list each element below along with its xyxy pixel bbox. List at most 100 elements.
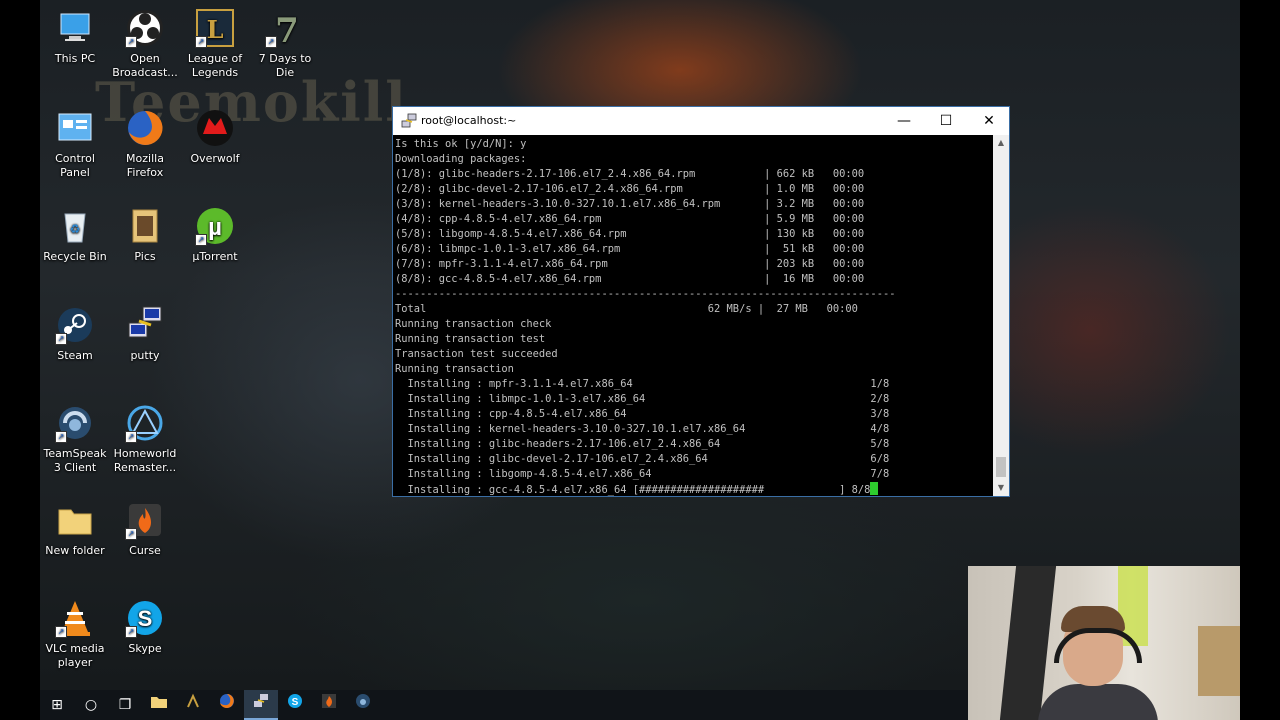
terminal-line: Installing : glibc-headers-2.17-106.el7_… (395, 438, 890, 450)
desktop-icon-pics[interactable]: Pics (110, 206, 180, 264)
folder-icon (151, 697, 167, 708)
terminal-output[interactable]: Is this ok [y/d/N]: y Downloading packag… (393, 135, 993, 496)
skype-icon: S ↗ (125, 598, 165, 638)
desktop-icon-this-pc[interactable]: This PC (40, 8, 110, 66)
terminal-line: Installing : libgomp-4.8.5-4.el7.x86_64 … (395, 468, 890, 480)
scroll-down-arrow-icon[interactable]: ▼ (993, 480, 1009, 496)
desktop-icon-obs[interactable]: ↗ Open Broadcast... (110, 8, 180, 80)
putty-terminal-window[interactable]: root@localhost:~ — ☐ ✕ Is this ok [y/d/N… (392, 106, 1010, 497)
terminal-line-last: Installing : gcc-4.8.5-4.el7.x86_64 [###… (395, 482, 993, 496)
terminal-line: (6/8): libmpc-1.0.1-3.el7.x86_64.rpm | 5… (395, 243, 865, 255)
terminal-line: Installing : cpp-4.8.5-4.el7.x86_64 3/8 (395, 408, 890, 420)
pictures-folder-icon (125, 206, 165, 246)
taskbar-league[interactable] (176, 690, 210, 720)
league-of-legends-icon: L ↗ (195, 8, 235, 48)
terminal-line: Running transaction test (395, 333, 546, 345)
scrollbar-thumb[interactable] (996, 457, 1006, 477)
desktop-icon-utorrent[interactable]: µ ↗ µTorrent (180, 206, 250, 264)
scroll-up-arrow-icon[interactable]: ▲ (993, 135, 1009, 151)
terminal-line: (4/8): cpp-4.8.5-4.el7.x86_64.rpm | 5.9 … (395, 213, 865, 225)
terminal-line: (1/8): glibc-headers-2.17-106.el7_2.4.x8… (395, 168, 865, 180)
desktop-icon-curse[interactable]: ↗ Curse (110, 500, 180, 558)
webcam-overlay (968, 566, 1240, 720)
terminal-line: Transaction test succeeded (395, 348, 558, 360)
search-button[interactable]: ○ (74, 690, 108, 720)
curse-icon (322, 694, 336, 708)
taskbar-explorer[interactable] (142, 690, 176, 720)
curse-flame-icon: ↗ (125, 500, 165, 540)
control-panel-icon (55, 108, 95, 148)
putty-icon (401, 113, 417, 129)
svg-text:S: S (138, 606, 153, 631)
terminal-line: Installing : mpfr-3.1.1-4.el7.x86_64 1/8 (395, 378, 890, 390)
taskbar-teamspeak[interactable] (346, 690, 380, 720)
terminal-line: (5/8): libgomp-4.8.5-4.el7.x86_64.rpm | … (395, 228, 865, 240)
recycle-bin-icon: ♻ (55, 206, 95, 246)
desktop-icon-vlc[interactable]: ↗ VLC media player (40, 598, 110, 670)
svg-text:7: 7 (275, 11, 299, 48)
terminal-separator-line: ----------------------------------------… (395, 288, 896, 300)
computer-icon (55, 8, 95, 48)
svg-text:♻: ♻ (70, 222, 81, 236)
overwolf-icon (195, 108, 235, 148)
desktop-icon-7-days-to-die[interactable]: 7 ↗ 7 Days to Die (250, 8, 320, 80)
teamspeak-icon: ↗ (55, 403, 95, 443)
taskbar-firefox[interactable] (210, 690, 244, 720)
desktop-icon-homeworld[interactable]: ↗ Homeworld Remaster... (110, 403, 180, 475)
terminal-line: Downloading packages: (395, 153, 527, 165)
terminal-line: Installing : glibc-devel-2.17-106.el7_2.… (395, 453, 890, 465)
desktop-icon-teamspeak[interactable]: ↗ TeamSpeak 3 Client (40, 403, 110, 475)
window-title: root@localhost:~ (421, 114, 517, 127)
terminal-line: (7/8): mpfr-3.1.1-4.el7.x86_64.rpm | 203… (395, 258, 865, 270)
homeworld-icon: ↗ (125, 403, 165, 443)
shelf (1198, 626, 1240, 696)
seven-days-to-die-icon: 7 ↗ (265, 8, 305, 51)
folder-icon (55, 500, 95, 540)
terminal-cursor (870, 482, 879, 495)
taskbar-skype[interactable]: S (278, 690, 312, 720)
utorrent-icon: µ ↗ (195, 206, 235, 246)
steam-icon: ↗ (55, 305, 95, 345)
terminal-progress-line: Installing : gcc-4.8.5-4.el7.x86_64 [###… (395, 484, 871, 496)
terminal-line: Running transaction check (395, 318, 552, 330)
terminal-line: Is this ok [y/d/N]: y (395, 138, 527, 150)
svg-text:µ: µ (208, 214, 222, 241)
desktop-icon-new-folder[interactable]: New folder (40, 500, 110, 558)
lol-icon (187, 693, 199, 708)
task-view-button[interactable]: ❐ (108, 690, 142, 720)
desktop-icon-steam[interactable]: ↗ Steam (40, 305, 110, 363)
terminal-line: (2/8): glibc-devel-2.17-106.el7_2.4.x86_… (395, 183, 865, 195)
svg-text:L: L (207, 15, 224, 44)
taskbar-putty[interactable] (244, 690, 278, 720)
maximize-button[interactable]: ☐ (924, 107, 968, 135)
terminal-line: Running transaction (395, 363, 514, 375)
streamer-body (1038, 684, 1158, 720)
teamspeak-icon (356, 694, 370, 708)
desktop-icon-control-panel[interactable]: Control Panel (40, 108, 110, 180)
window-titlebar[interactable]: root@localhost:~ — ☐ ✕ (393, 107, 1009, 135)
desktop-icon-skype[interactable]: S ↗ Skype (110, 598, 180, 656)
firefox-icon (125, 108, 165, 148)
desktop-icon-overwolf[interactable]: Overwolf (180, 108, 250, 166)
terminal-line: (3/8): kernel-headers-3.10.0-327.10.1.el… (395, 198, 865, 210)
vlc-cone-icon: ↗ (55, 598, 95, 638)
putty-icon (254, 694, 268, 707)
skype-icon: S (288, 694, 302, 708)
minimize-button[interactable]: — (882, 107, 926, 135)
taskbar: ⊞ ○ ❐ S (40, 690, 968, 720)
close-button[interactable]: ✕ (967, 107, 1011, 135)
putty-icon (125, 305, 165, 345)
taskbar-curse[interactable] (312, 690, 346, 720)
desktop-icon-firefox[interactable]: Mozilla Firefox (110, 108, 180, 180)
start-button[interactable]: ⊞ (40, 690, 74, 720)
firefox-icon (220, 694, 234, 708)
desktop-icon-league[interactable]: L ↗ League of Legends (180, 8, 250, 80)
terminal-scrollbar[interactable]: ▲ ▼ (993, 135, 1009, 496)
terminal-line: (8/8): gcc-4.8.5-4.el7.x86_64.rpm | 16 M… (395, 273, 865, 285)
terminal-line: Installing : kernel-headers-3.10.0-327.1… (395, 423, 890, 435)
terminal-line: Total 62 MB/s | 27 MB 00:00 (395, 303, 858, 315)
desktop-icon-putty[interactable]: putty (110, 305, 180, 363)
terminal-line: Installing : libmpc-1.0.1-3.el7.x86_64 2… (395, 393, 890, 405)
desktop-icon-recycle-bin[interactable]: ♻ Recycle Bin (40, 206, 110, 264)
svg-text:S: S (292, 697, 299, 708)
